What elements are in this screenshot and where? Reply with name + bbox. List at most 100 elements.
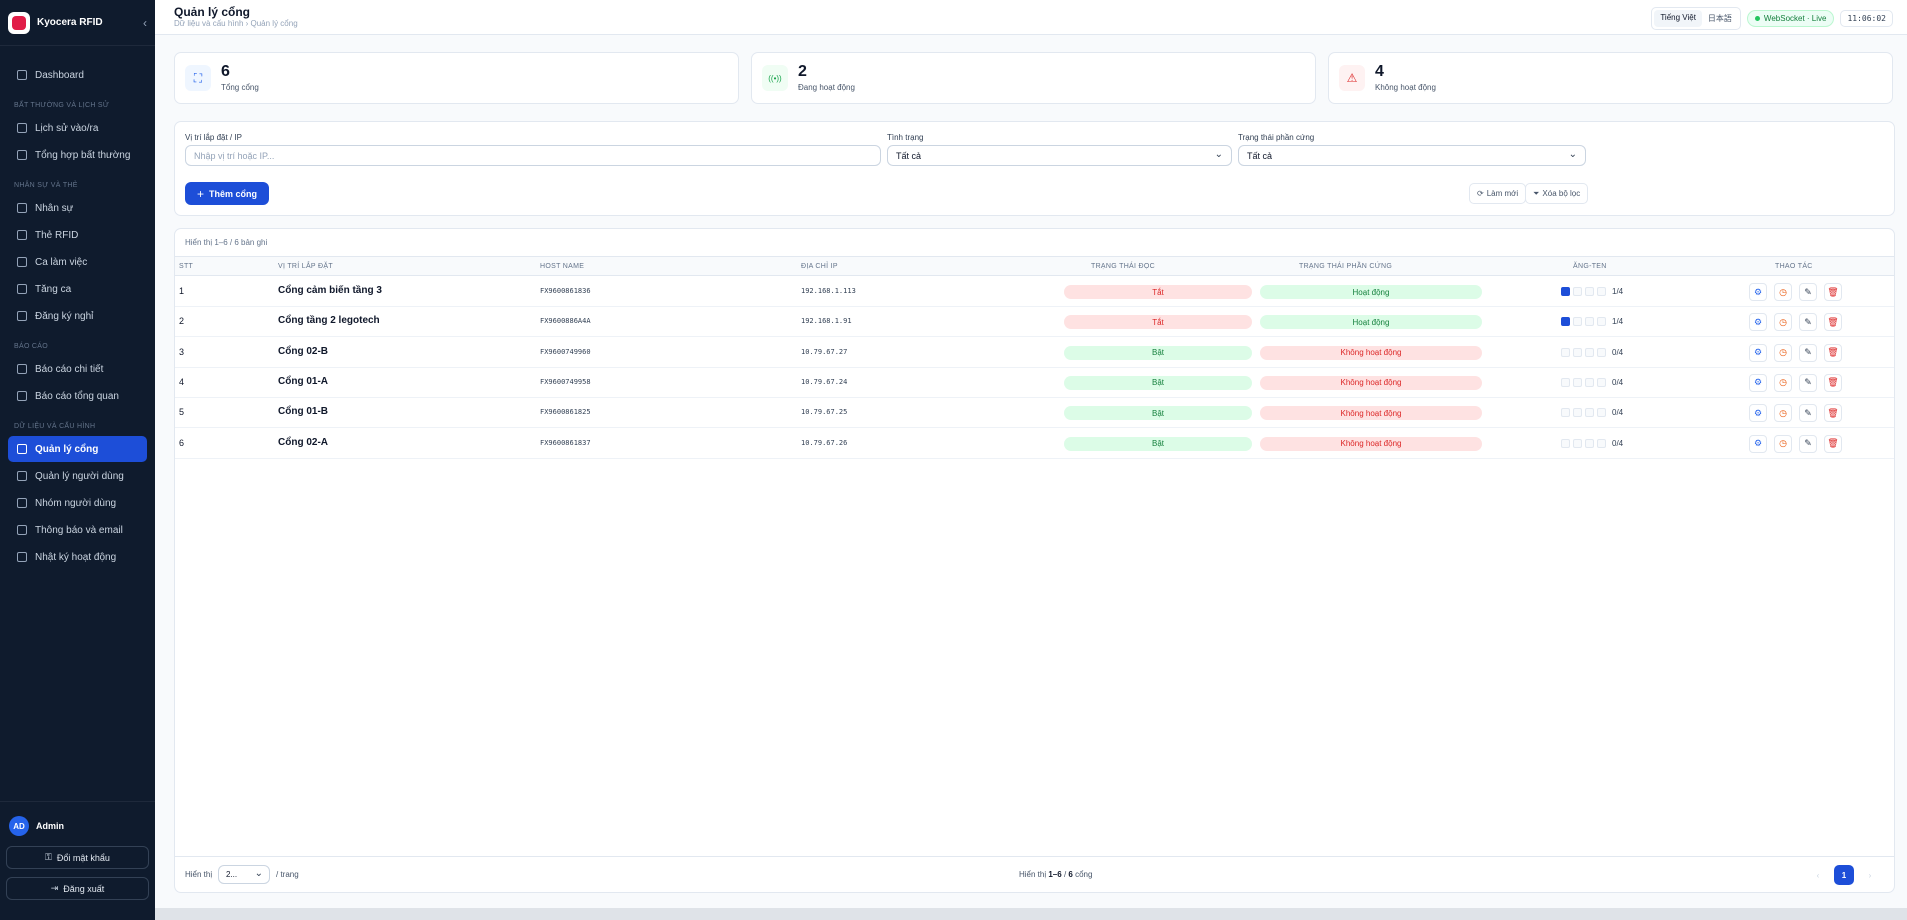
configure-icon: ⚙ <box>1753 286 1763 297</box>
change-password-button[interactable]: ⚿ Đổi mật khẩu <box>6 846 149 869</box>
hardware-filter-value: Tất cả <box>1247 150 1273 161</box>
clear-filters-button[interactable]: ⏷ Xóa bộ lọc <box>1525 183 1589 204</box>
delete-button[interactable]: 🗑 <box>1824 434 1842 453</box>
history-button[interactable]: ◷ <box>1774 343 1792 362</box>
row-hostname: FX9600861837 <box>540 438 591 447</box>
row-stt: 5 <box>179 407 185 418</box>
change-password-label: Đổi mật khẩu <box>56 852 110 863</box>
history-button[interactable]: ◷ <box>1774 313 1792 332</box>
sidebar-item-1-0[interactable]: Nhân sự <box>8 195 147 221</box>
delete-icon: 🗑 <box>1827 286 1839 297</box>
sidebar-item-1-2[interactable]: Ca làm việc <box>8 249 147 275</box>
row-location: Cổng 02-A <box>278 436 328 448</box>
edit-button[interactable]: ✎ <box>1799 283 1817 301</box>
configure-button[interactable]: ⚙ <box>1749 313 1767 332</box>
stat-card: ⚠ 4 Không hoạt động <box>1328 52 1893 104</box>
antenna-port-icon <box>1561 287 1570 296</box>
history-button[interactable]: ◷ <box>1774 283 1792 301</box>
edit-button[interactable]: ✎ <box>1799 343 1817 362</box>
delete-icon: 🗑 <box>1827 377 1839 388</box>
history-button[interactable]: ◷ <box>1774 373 1792 392</box>
column-header: THAO TÁC <box>1775 263 1813 270</box>
sidebar-item-1-1[interactable]: Thẻ RFID <box>8 222 147 248</box>
sidebar-item-1-4[interactable]: Đăng ký nghỉ <box>8 303 147 329</box>
delete-button[interactable]: 🗑 <box>1824 373 1842 392</box>
table-row: 1 Cổng cảm biến tầng 3 FX9600861836 192.168… <box>175 277 1894 307</box>
antenna-port-icon <box>1573 377 1582 387</box>
sidebar-item-3-3[interactable]: Thông báo và email <box>8 517 147 543</box>
nav-item-icon <box>17 364 27 374</box>
filter-icon: ⏷ <box>1533 188 1540 198</box>
sidebar-item-dashboard[interactable]: Dashboard <box>8 62 147 88</box>
sidebar-item-3-2[interactable]: Nhóm người dùng <box>8 490 147 516</box>
history-button[interactable]: ◷ <box>1774 434 1792 453</box>
edit-button[interactable]: ✎ <box>1799 373 1817 392</box>
configure-button[interactable]: ⚙ <box>1749 283 1767 301</box>
delete-button[interactable]: 🗑 <box>1824 343 1842 362</box>
signal-icon: ((•)) <box>762 65 788 91</box>
sidebar-item-1-3[interactable]: Tăng ca <box>8 276 147 302</box>
column-header: HOST NAME <box>540 263 585 270</box>
user-info: AD Admin <box>4 812 151 846</box>
page-size-select[interactable]: 2... ⌄ <box>218 865 270 884</box>
edit-icon: ✎ <box>1804 286 1812 297</box>
row-actions: ⚙ ◷ ✎ 🗑 <box>1749 373 1842 392</box>
logout-button[interactable]: ⇥ Đăng xuất <box>6 877 149 900</box>
sidebar-item-0-0[interactable]: Lịch sử vào/ra <box>8 115 147 141</box>
configure-icon: ⚙ <box>1753 407 1763 418</box>
edit-button[interactable]: ✎ <box>1799 434 1817 453</box>
language-ja-button[interactable]: 日本語 <box>1702 10 1738 27</box>
row-actions: ⚙ ◷ ✎ 🗑 <box>1749 283 1842 301</box>
edit-button[interactable]: ✎ <box>1799 404 1817 423</box>
configure-button[interactable]: ⚙ <box>1749 373 1767 392</box>
edit-button[interactable]: ✎ <box>1799 313 1817 332</box>
table-row: 5 Cổng 01-B FX9600861825 10.79.67.25 Bật Khôn… <box>175 398 1894 429</box>
hardware-status-badge: Không hoạt động <box>1260 345 1482 360</box>
collapse-sidebar-icon[interactable]: ‹ <box>143 16 147 30</box>
breadcrumb: Dữ liệu và cấu hình › Quản lý cổng <box>174 19 298 28</box>
history-icon: ◷ <box>1779 316 1787 327</box>
sidebar-item-2-0[interactable]: Báo cáo chi tiết <box>8 356 147 382</box>
antenna-port-icon <box>1573 347 1582 357</box>
history-button[interactable]: ◷ <box>1774 404 1792 423</box>
antenna-port-icon <box>1585 377 1594 387</box>
delete-button[interactable]: 🗑 <box>1824 283 1842 301</box>
column-header: ĐỊA CHỈ IP <box>801 263 838 270</box>
page-1-button[interactable]: 1 <box>1834 865 1854 885</box>
edit-icon: ✎ <box>1804 347 1812 358</box>
configure-button[interactable]: ⚙ <box>1749 343 1767 362</box>
sidebar-item-label: Dashboard <box>35 69 84 81</box>
prev-page-button[interactable]: ‹ <box>1808 865 1828 885</box>
antenna-port-icon <box>1561 317 1570 327</box>
language-vi-button[interactable]: Tiếng Việt <box>1654 10 1702 27</box>
antenna-count: 1/4 <box>1612 317 1624 327</box>
delete-button[interactable]: 🗑 <box>1824 313 1842 332</box>
sidebar-item-3-1[interactable]: Quản lý người dùng <box>8 463 147 489</box>
clear-filters-label: Xóa bộ lọc <box>1542 189 1581 198</box>
history-icon: ◷ <box>1779 438 1787 448</box>
configure-button[interactable]: ⚙ <box>1749 434 1767 453</box>
hardware-filter-select[interactable]: Tất cả ⌄ <box>1238 145 1586 166</box>
stat-card: ((•)) 2 Đang hoạt động <box>751 52 1316 104</box>
sidebar-item-2-1[interactable]: Báo cáo tổng quan <box>8 383 147 409</box>
page-title: Quản lý cổng <box>174 5 251 19</box>
edit-icon: ✎ <box>1804 377 1812 388</box>
refresh-button[interactable]: ⟳ Làm mới <box>1469 183 1527 204</box>
sidebar-item-0-1[interactable]: Tổng hợp bất thường <box>8 142 147 168</box>
next-page-button[interactable]: › <box>1860 865 1880 885</box>
location-search-input[interactable]: Nhập vị trí hoặc IP... <box>185 145 881 166</box>
configure-button[interactable]: ⚙ <box>1749 404 1767 423</box>
hardware-filter-label: Trạng thái phần cứng <box>1238 133 1315 142</box>
column-header: TRẠNG THÁI PHẦN CỨNG <box>1299 263 1393 270</box>
per-page-label: / trang <box>276 870 299 879</box>
sidebar-item-3-0[interactable]: Quản lý cổng <box>8 436 147 462</box>
status-filter-select[interactable]: Tất cả ⌄ <box>887 145 1232 166</box>
sidebar-item-3-4[interactable]: Nhật ký hoạt động <box>8 544 147 570</box>
main-content: Quản lý cổng Dữ liệu và cấu hình › Quản … <box>155 0 1907 908</box>
nav-item-icon <box>17 311 27 321</box>
table-row: 2 Cổng tầng 2 legotech FX9600886A4A 192.168… <box>175 307 1894 338</box>
add-gate-button[interactable]: + Thêm cổng <box>185 182 270 205</box>
row-ip: 10.79.67.26 <box>801 438 848 447</box>
delete-button[interactable]: 🗑 <box>1824 404 1842 423</box>
history-icon: ◷ <box>1779 286 1787 297</box>
